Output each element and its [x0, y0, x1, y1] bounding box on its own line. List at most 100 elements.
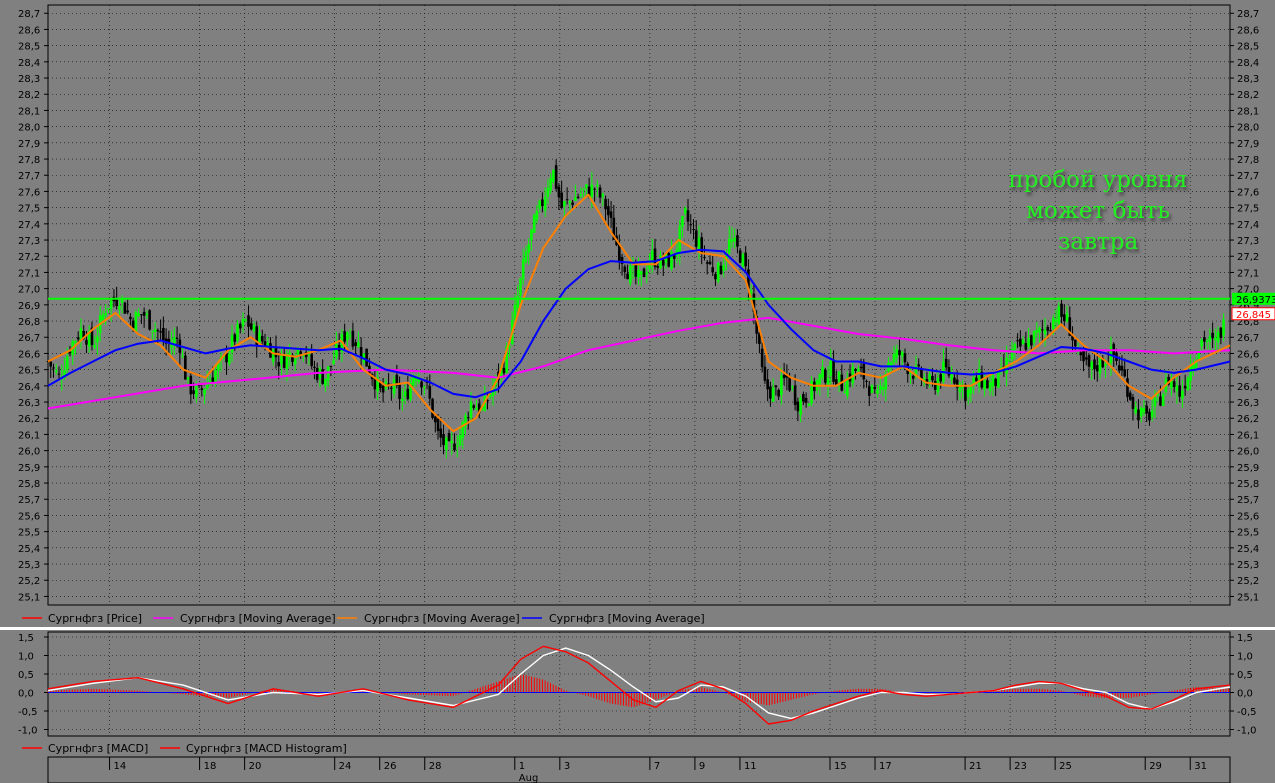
candle-body-up: [1043, 329, 1047, 335]
candle-body-down: [433, 416, 437, 423]
candle-body-down: [211, 377, 215, 382]
candle-body-up: [837, 371, 841, 382]
candle-body-up: [991, 374, 995, 387]
candle-body-down: [975, 377, 978, 382]
price-tick-label: 28,6: [18, 25, 40, 36]
candle-body-down: [1079, 352, 1083, 356]
candle-body-down: [131, 320, 135, 329]
candle-body-down: [343, 331, 346, 342]
candle-body-down: [381, 385, 385, 393]
candle-body-down: [354, 342, 357, 346]
price-tick-label: 25,7: [18, 495, 40, 506]
candle-body-down: [1159, 396, 1162, 406]
candle-body-down: [557, 186, 561, 198]
candle-body-down: [238, 323, 242, 329]
pane-separator[interactable]: [0, 627, 1275, 630]
candle-body-down: [260, 335, 264, 342]
candle-body-down: [1211, 332, 1214, 339]
price-chart-svg[interactable]: 28,7 28,6 28,5 28,4 28,3 28,2 28,1 28,0 27,9 27,8…: [0, 0, 1275, 783]
candle-body-down: [310, 354, 313, 367]
candle-body-up: [733, 237, 736, 242]
price-tick-label: 28,7: [18, 9, 40, 20]
candle-body-up: [401, 398, 404, 402]
candle-body-up: [596, 184, 599, 187]
candle-body-down: [598, 187, 602, 198]
price-tick-label: 26,4: [1237, 382, 1259, 393]
macd-legend: Сургнфгз [MACD] Сургнфгз [MACD Histogram…: [22, 742, 347, 755]
candle-body-down: [472, 405, 476, 408]
candle-body-up: [469, 401, 473, 418]
macd-tick-label: 0,0: [18, 689, 34, 700]
macd-tick-label: 1,0: [18, 652, 34, 663]
time-tick-label: 1: [519, 761, 525, 772]
candle-body-down: [466, 417, 470, 419]
candle-body-down: [554, 165, 558, 189]
candle-body-down: [933, 380, 937, 390]
candle-body-up: [54, 370, 58, 372]
macd-y-axis-right: 1,5 1,0 0,5 0,0 -0,5 -1,0: [1230, 633, 1257, 737]
price-y-axis-right: 28,7 28,6 28,5 28,4 28,3 28,2 28,1 28,0 27,9 27,8…: [1230, 9, 1259, 603]
candle-body-up: [928, 374, 932, 381]
candle-body-up: [1098, 357, 1102, 374]
candle-body-down: [1131, 396, 1135, 409]
candle-body-down: [686, 210, 690, 222]
price-tick-label: 26,6: [1237, 349, 1259, 360]
candle-body-down: [439, 428, 443, 438]
candle-body-up: [807, 403, 811, 406]
candle-body-up: [546, 188, 550, 197]
candle-body-down: [1082, 350, 1085, 362]
candle-body-up: [521, 259, 525, 280]
candle-body-down: [736, 235, 739, 247]
price-tick-label: 25,8: [18, 479, 40, 490]
candle-body-down: [85, 339, 88, 345]
price-tick-label: 26,5: [18, 366, 40, 377]
candle-body-up: [1134, 407, 1138, 413]
candle-body-down: [642, 268, 646, 278]
candle-body-down: [859, 366, 863, 369]
candle-body-down: [867, 386, 871, 396]
candle-body-up: [403, 391, 407, 397]
candle-body-up: [895, 349, 899, 358]
candle-body-down: [854, 368, 857, 371]
candle-body-up: [961, 386, 964, 389]
candle-body-up: [153, 329, 157, 333]
price-tick-label: 26,5: [1237, 366, 1259, 377]
candle-body-down: [1123, 369, 1127, 377]
candle-body-down: [428, 386, 432, 399]
candle-body-up: [538, 200, 541, 209]
price-tick-label: 28,6: [1237, 25, 1259, 36]
candle-body-up: [1052, 317, 1055, 330]
candle-body-down: [576, 196, 580, 198]
candle-body-down: [689, 224, 693, 226]
candle-body-up: [730, 239, 734, 242]
price-tick-label: 27,9: [1237, 139, 1259, 150]
candle-body-down: [903, 353, 907, 363]
macd-tick-label: -1,0: [1237, 726, 1257, 737]
candle-body-up: [818, 374, 822, 385]
time-tick-label: 25: [1059, 761, 1072, 772]
candle-body-down: [1128, 392, 1132, 400]
candle-body-up: [727, 238, 731, 254]
price-tick-label: 25,2: [1237, 576, 1259, 587]
candle-body-down: [156, 329, 160, 332]
candle-body-down: [282, 355, 286, 368]
candle-body-down: [700, 237, 704, 254]
candle-body-up: [535, 211, 539, 220]
price-tick-label: 25,8: [1237, 479, 1259, 490]
candle-body-down: [142, 311, 146, 316]
time-axis[interactable]: [47, 756, 1231, 783]
candle-body-down: [148, 310, 151, 330]
candle-body-up: [543, 197, 547, 211]
price-tick-label: 27,4: [18, 220, 40, 231]
candle-body-down: [692, 229, 695, 231]
candle-body-down: [782, 374, 786, 379]
candle-body-up: [683, 207, 687, 214]
price-tick-label: 26,6: [18, 349, 40, 360]
candle-body-up: [1181, 390, 1184, 399]
price-tick-label: 25,5: [1237, 528, 1259, 539]
candle-body-down: [763, 366, 767, 381]
price-tick-label: 26,0: [18, 447, 40, 458]
candle-body-up: [412, 377, 415, 386]
candle-body-up: [821, 366, 824, 378]
time-tick-label: 26: [384, 761, 397, 772]
